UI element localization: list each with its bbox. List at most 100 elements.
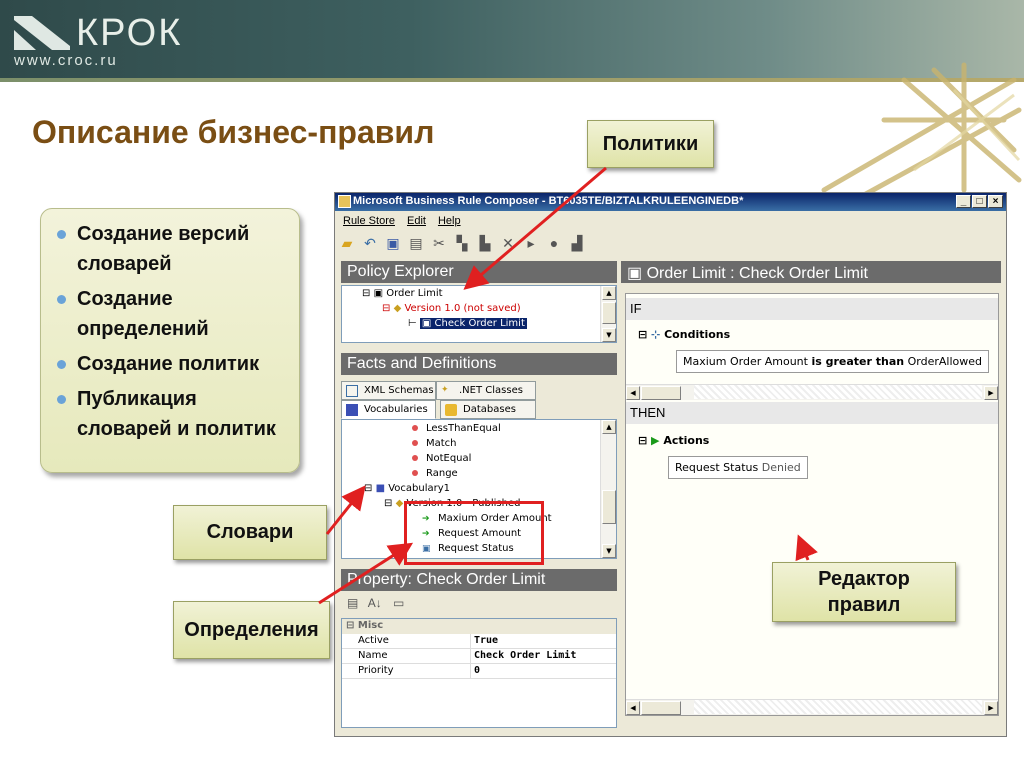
bullet-list-box: Создание версий словарей Создание опреде… [40, 208, 300, 473]
rule-editor: IF ⊟ ⊹ Conditions Maxium Order Amount is… [625, 293, 999, 716]
record-icon[interactable]: ● [546, 235, 562, 251]
scroll-thumb[interactable] [641, 701, 681, 715]
facts-scrollbar[interactable]: ▲ ▼ [600, 420, 616, 558]
condition-operator[interactable]: is greater than [811, 355, 904, 368]
decorative-sticks-image [821, 62, 1022, 198]
croc-logo: КРОК www.croc.ru [14, 10, 180, 72]
scroll-up-arrow[interactable]: ▲ [602, 286, 616, 300]
rule-editor-icon: ▣ [627, 265, 643, 282]
bullet-dot-icon [57, 395, 66, 404]
menu-edit[interactable]: Edit [407, 215, 426, 227]
if-band: IF [626, 298, 998, 320]
tab-vocabularies[interactable]: Vocabularies [341, 400, 436, 419]
tree-node-policy[interactable]: ⊟ ▣ Order Limit [362, 288, 443, 299]
list-item[interactable]: Match [412, 438, 457, 449]
tree-node-vocabulary[interactable]: ⊟ ■ Vocabulary1 [364, 483, 450, 494]
database-icon [445, 404, 457, 416]
list-item[interactable]: LessThanEqual [412, 423, 501, 434]
run-icon[interactable]: ▸ [523, 235, 539, 252]
tree-node-rule[interactable]: ⊢ ▣ Check Order Limit [408, 318, 527, 329]
bullet-item: Публикация словарей и политик [57, 384, 291, 444]
publish-icon[interactable]: ▤ [408, 235, 424, 252]
then-hatch [694, 700, 982, 714]
categorized-icon[interactable]: ▤ [347, 596, 358, 610]
property-grid: ⊟ Misc Active True Name Check Order Limit … [341, 618, 617, 728]
scroll-right-arrow[interactable]: ▶ [984, 386, 998, 400]
cut-icon[interactable]: ✂ [431, 235, 447, 252]
scroll-thumb[interactable] [602, 302, 616, 324]
bullet-item: Создание версий словарей [57, 219, 291, 279]
close-button[interactable]: × [988, 195, 1003, 208]
actions-icon: ▶ [651, 434, 660, 447]
tab-xml-schemas[interactable]: XML Schemas [341, 381, 436, 400]
condition-right[interactable]: OrderAllowed [908, 355, 982, 368]
condition-predicate[interactable]: Maxium Order Amount is greater than Orde… [676, 350, 989, 373]
callout-rule-editor: Редактор правил [772, 562, 956, 622]
scroll-left-arrow[interactable]: ◀ [626, 386, 640, 400]
rule-editor-header: ▣ Order Limit : Check Order Limit [621, 261, 1001, 283]
term-icon [412, 455, 418, 461]
minimize-button[interactable]: _ [956, 195, 971, 208]
open-icon[interactable]: ▰ [339, 235, 355, 252]
conditions-node[interactable]: ⊟ ⊹ Conditions [638, 328, 730, 341]
action-left[interactable]: Request Status [675, 461, 758, 474]
actions-node[interactable]: ⊟ ▶ Actions [638, 434, 709, 447]
property-pages-icon[interactable]: ▭ [393, 596, 404, 610]
tree-node-version[interactable]: ⊟ ◆ Version 1.0 (not saved) [382, 303, 521, 314]
callout-vocabularies: Словари [173, 505, 327, 560]
tab-net-classes[interactable]: ✦ .NET Classes [436, 381, 536, 400]
menu-bar: Rule Store Edit Help [335, 212, 461, 230]
policy-explorer-scrollbar[interactable]: ▲ ▼ [600, 286, 616, 342]
callout-policies: Политики [587, 120, 714, 168]
scroll-down-arrow[interactable]: ▼ [602, 328, 616, 342]
action-value[interactable]: Denied [762, 461, 801, 474]
alphabetical-icon[interactable]: A↓ [368, 596, 382, 610]
then-band: THEN [626, 402, 998, 424]
condition-left[interactable]: Maxium Order Amount [683, 355, 808, 368]
menu-rule-store[interactable]: Rule Store [343, 215, 395, 227]
term-icon [412, 440, 418, 446]
menu-help[interactable]: Help [438, 215, 461, 227]
policy-explorer-tree: ⊟ ▣ Order Limit ⊟ ◆ Version 1.0 (not sav… [341, 285, 617, 343]
policy-explorer-header: Policy Explorer [341, 261, 617, 283]
scroll-thumb[interactable] [641, 386, 681, 400]
slide-title: Описание бизнес-правил [32, 114, 435, 150]
property-row[interactable]: Active True [342, 634, 616, 649]
logo-name: КРОК [76, 12, 183, 54]
term-icon [412, 425, 418, 431]
tab-databases[interactable]: Databases [440, 400, 536, 419]
scroll-thumb[interactable] [602, 490, 616, 524]
app-icon [338, 195, 351, 208]
list-item[interactable]: Range [412, 468, 458, 479]
save-icon[interactable]: ▣ [385, 235, 401, 252]
paste-icon[interactable]: ▙ [477, 235, 493, 252]
property-header: Property: Check Order Limit [341, 569, 617, 591]
list-item[interactable]: NotEqual [412, 453, 471, 464]
undo-icon[interactable]: ↶ [362, 235, 378, 252]
version-icon: ◆ [395, 498, 404, 509]
facts-tabs: XML Schemas ✦ .NET Classes Vocabularies D… [341, 379, 617, 419]
conditions-icon: ⊹ [651, 328, 661, 341]
bullet-list: Создание версий словарей Создание опреде… [57, 219, 291, 444]
delete-icon[interactable]: ✕ [500, 235, 516, 252]
window-controls: _ □ × [956, 195, 1003, 208]
if-hatch [694, 385, 982, 399]
version-icon: ◆ [393, 303, 402, 314]
window-titlebar[interactable]: Microsoft Business Rule Composer - BT603… [335, 193, 1006, 211]
callout-definitions: Определения [173, 601, 330, 659]
bullet-item: Создание определений [57, 284, 291, 344]
property-row[interactable]: Priority 0 [342, 664, 616, 679]
maximize-button[interactable]: □ [972, 195, 987, 208]
action-statement[interactable]: Request Status Denied [668, 456, 808, 479]
scroll-right-arrow[interactable]: ▶ [984, 701, 998, 715]
copy-icon[interactable]: ▚ [454, 235, 470, 252]
facts-header: Facts and Definitions [341, 353, 617, 375]
vocabulary-icon [346, 404, 358, 416]
scroll-up-arrow[interactable]: ▲ [602, 420, 616, 434]
property-row[interactable]: Name Check Order Limit [342, 649, 616, 664]
property-category[interactable]: ⊟ Misc [342, 619, 616, 634]
bullet-dot-icon [57, 230, 66, 239]
scroll-left-arrow[interactable]: ◀ [626, 701, 640, 715]
deploy-icon[interactable]: ▟ [569, 235, 585, 252]
scroll-down-arrow[interactable]: ▼ [602, 544, 616, 558]
